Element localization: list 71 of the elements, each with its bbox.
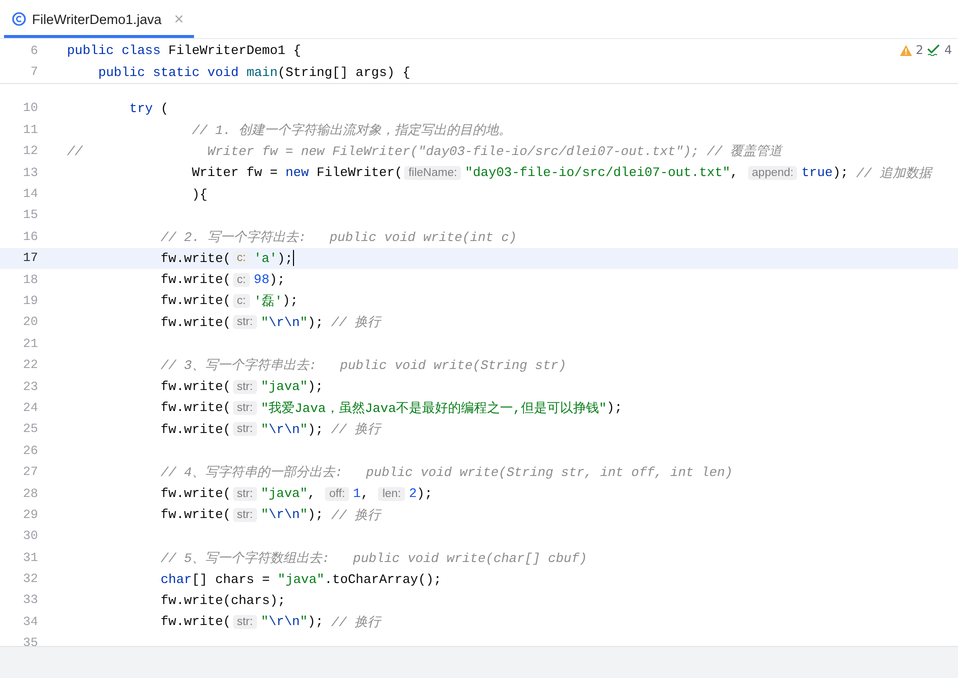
line-number: 31 <box>22 550 38 565</box>
line-number: 33 <box>22 593 38 608</box>
code-line: // 2. 写一个字符出去: public void write(int c) <box>160 228 517 246</box>
line-number: 25 <box>22 422 38 436</box>
line-number: 27 <box>22 465 38 480</box>
code-line: ){ <box>190 186 208 202</box>
line-number: 34 <box>22 614 38 629</box>
parameter-hint: len: <box>378 486 405 500</box>
check-icon[interactable] <box>927 44 940 56</box>
parameter-hint: str: <box>232 614 257 629</box>
code-line: // 5、写一个字符数组出去: public void write(char[] cbuf) <box>160 550 588 567</box>
parameter-hint: str: <box>232 508 257 522</box>
line-number: 30 <box>22 529 38 544</box>
parameter-hint: c: <box>232 251 250 266</box>
parameter-hint: fileName: <box>404 166 462 180</box>
code-line: fw.write( c: 'a'); <box>160 250 294 266</box>
line-number: 26 <box>22 444 38 458</box>
code-line: // 1. 创建一个字符输出流对象，指定写出的目的地。 <box>190 122 512 139</box>
code-line: fw.write( str: "我爱Java，虽然Java不是最好的编程之一,但是可以挣钱"); <box>160 399 622 417</box>
line-number: 20 <box>22 315 38 330</box>
code-line: fw.write( str: "\r\n"); // 换行 <box>160 314 380 332</box>
line-number: 32 <box>22 572 38 586</box>
line-number: 10 <box>22 101 38 116</box>
warning-count: 2 <box>916 43 924 57</box>
check-count: 4 <box>944 43 952 57</box>
file-tab[interactable]: FileWriterDemo1.java × <box>4 3 194 38</box>
line-number: 15 <box>22 208 38 222</box>
line-number: 24 <box>22 400 38 415</box>
parameter-hint: str: <box>232 486 257 500</box>
line-number: 7 <box>29 65 38 80</box>
text-caret <box>292 250 294 266</box>
code-line: Writer fw = new FileWriter( fileName: "day03-file-io/src/dlei07-out.txt", append: true); // 追加数据 <box>190 164 932 182</box>
line-number: 29 <box>22 508 38 522</box>
code-line: // 3、写一个字符串出去: public void write(String str) <box>160 357 566 374</box>
line-number: 21 <box>22 336 38 351</box>
line-number: 16 <box>22 230 38 244</box>
code-line: fw.write( c: 98); <box>160 272 285 288</box>
code-line: fw.write(chars); <box>160 592 286 608</box>
code-line: char[] chars = "java".toCharArray(); <box>160 572 442 587</box>
line-number: 28 <box>22 486 38 500</box>
line-number: 12 <box>22 144 38 158</box>
line-number: 35 <box>22 636 38 646</box>
parameter-hint: c: <box>232 272 250 287</box>
line-number: 11 <box>22 122 38 137</box>
line-number: 14 <box>22 187 38 202</box>
parameter-hint: c: <box>232 294 250 308</box>
parameter-hint: str: <box>232 422 257 436</box>
line-number: 13 <box>22 166 38 180</box>
line-number: 17 <box>22 251 38 266</box>
code-line: // Writer fw = new FileWriter("day03-file-io/src/dlei07-out.txt"); // 覆盖管道 <box>67 143 782 160</box>
code-line: fw.write( c: '磊'); <box>160 292 298 310</box>
line-number: 18 <box>22 272 38 287</box>
parameter-hint: append: <box>748 166 798 180</box>
code-line: // 4、写字符串的一部分出去: public void write(String str, int off, int len) <box>160 464 733 482</box>
line-number: 22 <box>22 358 38 372</box>
code-line: fw.write( str: "\r\n"); // 换行 <box>160 506 380 524</box>
parameter-hint: str: <box>232 315 257 330</box>
parameter-hint: str: <box>232 400 257 415</box>
line-number: 23 <box>22 380 38 394</box>
line-number: 6 <box>29 44 38 58</box>
code-line: try ( <box>128 100 168 116</box>
parameter-hint: str: <box>232 380 257 394</box>
class-file-icon <box>12 12 26 26</box>
code-line: fw.write( str: "java"); <box>160 379 324 394</box>
parameter-hint: off: <box>325 486 350 500</box>
code-line: fw.write( str: "\r\n"); // 换行 <box>160 420 380 438</box>
code-line: public static void main(String[] args) { <box>97 64 410 80</box>
code-line: public class FileWriterDemo1 { <box>67 43 302 58</box>
code-line: fw.write( str: "\r\n"); // 换行 <box>160 613 380 631</box>
code-line: fw.write( str: "java", off: 1, len: 2); <box>160 486 432 501</box>
line-number: 19 <box>22 294 38 308</box>
